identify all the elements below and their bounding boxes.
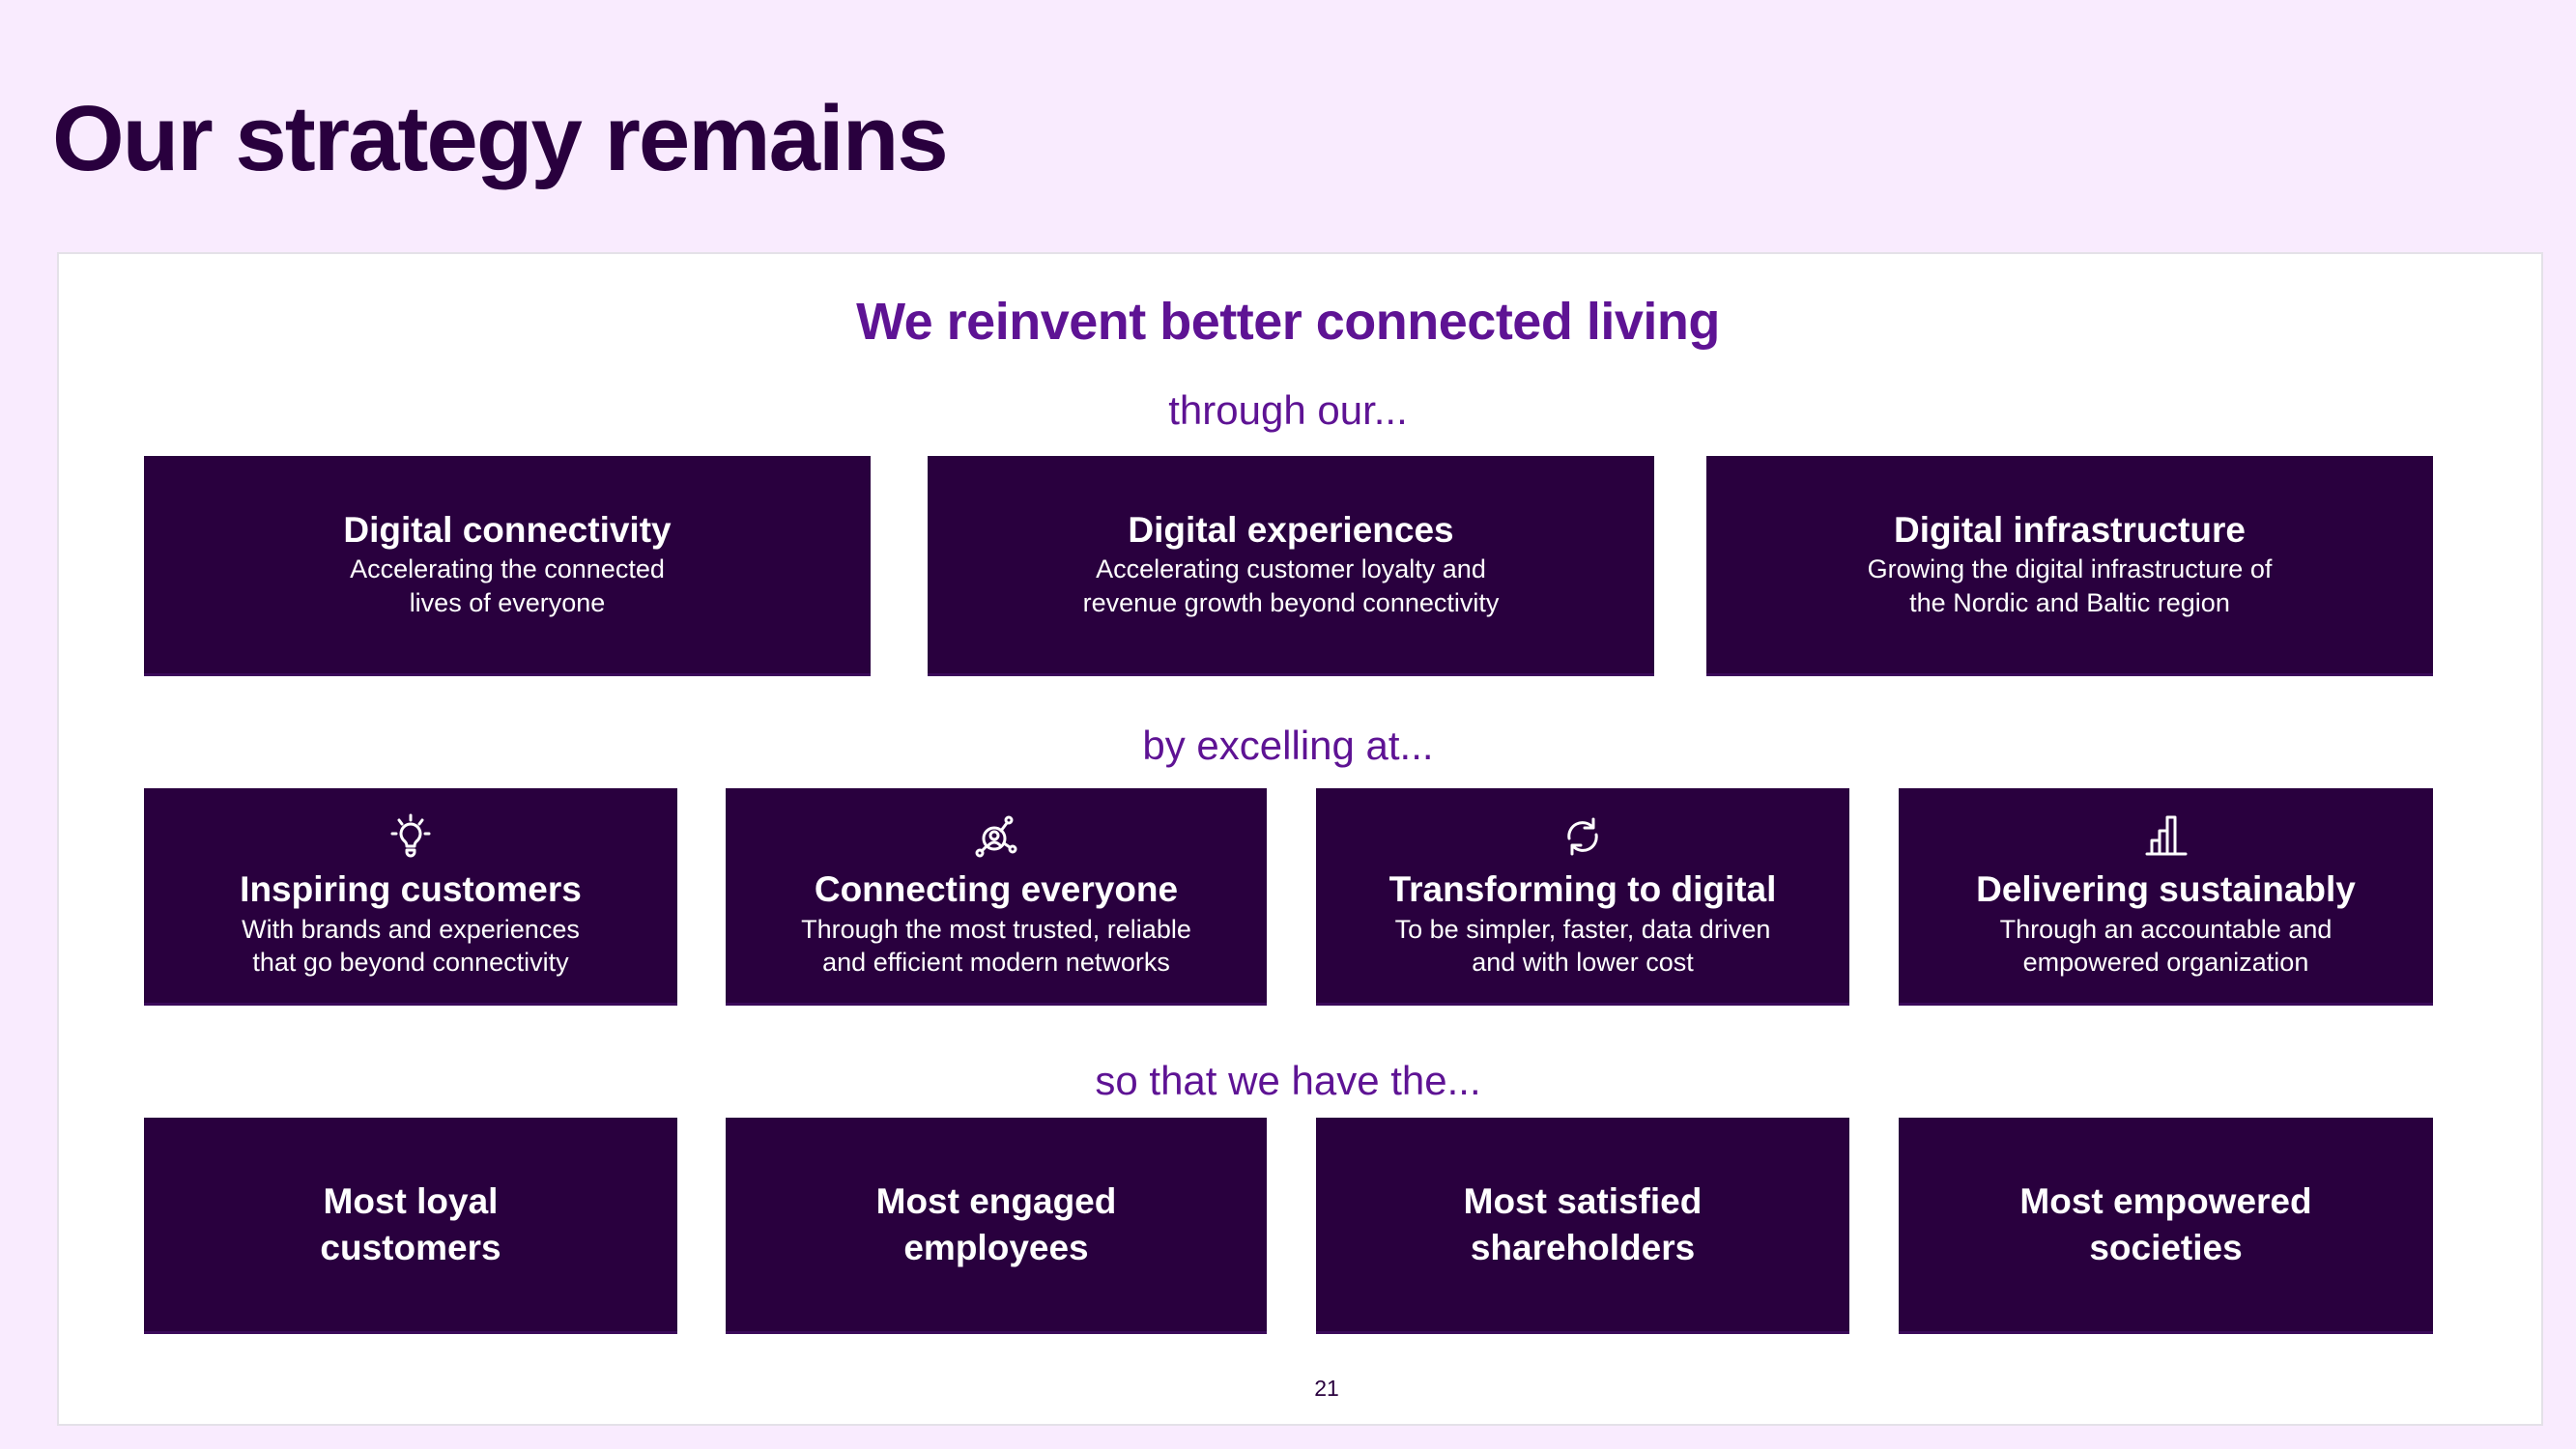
capability-title: Connecting everyone — [814, 869, 1179, 910]
pillar-description: Accelerating the connected lives of ever… — [350, 554, 665, 617]
pillar-digital-infrastructure: Digital infrastructure Growing the digit… — [1706, 456, 2433, 676]
refresh-icon — [1567, 817, 1598, 856]
page-number: 21 — [1314, 1376, 1339, 1401]
connector-excelling: by excelling at... — [1142, 723, 1434, 768]
outcome-label: Most loyal customers — [320, 1181, 501, 1267]
capability-transforming-to-digital: Transforming to digital To be simpler, f… — [1316, 788, 1849, 1006]
pillar-digital-connectivity: Digital connectivity Accelerating the co… — [144, 456, 871, 676]
pillar-description: Growing the digital infrastructure of th… — [1867, 554, 2273, 617]
outcome-satisfied-shareholders: Most satisfied shareholders — [1316, 1118, 1849, 1334]
capability-description: Through an accountable and empowered org… — [1999, 914, 2333, 978]
connector-through: through our... — [1168, 387, 1408, 433]
capability-inspiring-customers: Inspiring customers With brands and expe… — [144, 788, 677, 1006]
capability-delivering-sustainably: Delivering sustainably Through an accoun… — [1899, 788, 2433, 1006]
pillar-title: Digital connectivity — [343, 509, 672, 550]
mission-statement: We reinvent better connected living — [856, 293, 1720, 351]
lightbulb-icon — [390, 813, 431, 858]
outcome-label: Most engaged employees — [875, 1181, 1117, 1267]
pillar-title: Digital infrastructure — [1894, 509, 2246, 550]
outcome-empowered-societies: Most empowered societies — [1899, 1118, 2433, 1334]
pillar-description: Accelerating customer loyalty and revenu… — [1082, 554, 1500, 617]
capability-description: Through the most trusted, reliable and e… — [801, 914, 1191, 978]
capability-description: To be simpler, faster, data driven and w… — [1394, 914, 1771, 978]
bar-chart-icon — [2145, 815, 2187, 856]
outcome-loyal-customers: Most loyal customers — [144, 1118, 677, 1334]
pillar-digital-experiences: Digital experiences Accelerating custome… — [928, 456, 1654, 676]
outcome-label: Most empowered societies — [2019, 1181, 2312, 1267]
capability-title: Inspiring customers — [240, 869, 582, 910]
capability-connecting-everyone: Connecting everyone Through the most tru… — [726, 788, 1267, 1006]
capability-description: With brands and experiences that go beyo… — [242, 914, 580, 978]
connector-outcomes: so that we have the... — [1095, 1058, 1481, 1103]
pillar-title: Digital experiences — [1128, 509, 1454, 550]
outcome-label: Most satisfied shareholders — [1463, 1181, 1703, 1267]
capability-title: Delivering sustainably — [1976, 869, 2356, 910]
network-user-icon — [975, 815, 1017, 858]
page-title: Our strategy remains — [52, 87, 949, 190]
outcome-engaged-employees: Most engaged employees — [726, 1118, 1267, 1334]
capability-title: Transforming to digital — [1388, 869, 1777, 910]
